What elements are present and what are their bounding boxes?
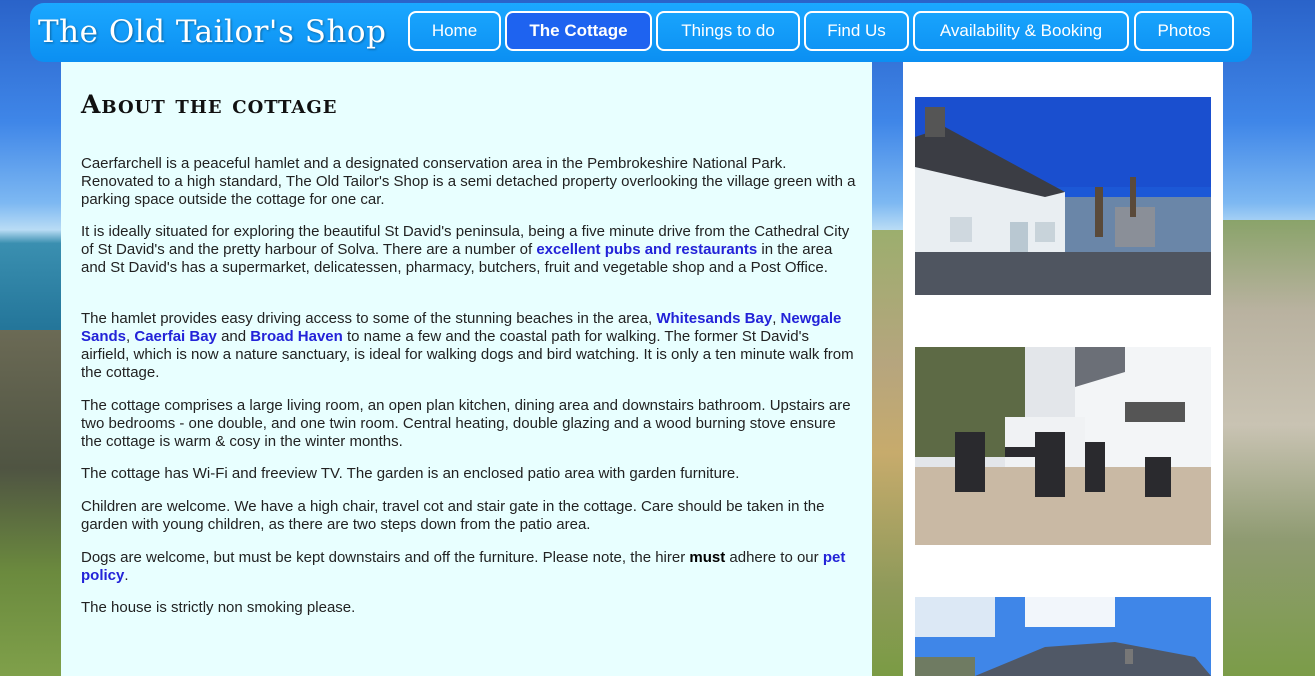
paragraph-smoking: The house is strictly non smoking please…	[81, 599, 856, 617]
nav-the-cottage[interactable]: The Cottage	[505, 11, 652, 51]
paragraph-beaches: The hamlet provides easy driving access …	[81, 310, 856, 382]
cottage-roof-image	[915, 597, 1211, 676]
nav-availability-booking[interactable]: Availability & Booking	[913, 11, 1129, 51]
link-pubs-restaurants[interactable]: excellent pubs and restaurants	[536, 241, 757, 258]
separator-text: and	[216, 328, 251, 345]
nav-home[interactable]: Home	[408, 11, 501, 51]
cottage-exterior-image	[915, 97, 1211, 295]
link-whitesands-bay[interactable]: Whitesands Bay	[656, 310, 772, 327]
paragraph-location: It is ideally situated for exploring the…	[81, 223, 856, 277]
site-logo[interactable]: The Old Tailor's Shop	[38, 14, 386, 50]
background-scenery-middle	[870, 230, 905, 676]
page-heading: About the cottage	[81, 90, 338, 119]
link-caerfai-bay[interactable]: Caerfai Bay	[134, 328, 217, 345]
paragraph-children: Children are welcome. We have a high cha…	[81, 498, 856, 534]
emphasis-must: must	[689, 549, 726, 566]
link-broad-haven[interactable]: Broad Haven	[250, 328, 343, 345]
paragraph-intro-text: Caerfarchell is a peaceful hamlet and a …	[81, 155, 856, 208]
paragraph-dogs: Dogs are welcome, but must be kept downs…	[81, 549, 856, 585]
patio-garden-image	[915, 347, 1211, 545]
cottage-roof-photo[interactable]	[915, 597, 1211, 676]
paragraph-children-text: Children are welcome. We have a high cha…	[81, 498, 825, 533]
nav-find-us[interactable]: Find Us	[804, 11, 909, 51]
separator-text: ,	[772, 310, 781, 327]
paragraph-beaches-text: The hamlet provides easy driving access …	[81, 310, 657, 327]
paragraph-wifi: The cottage has Wi-Fi and freeview TV. T…	[81, 465, 856, 483]
nav-things-to-do[interactable]: Things to do	[656, 11, 800, 51]
paragraph-rooms-text: The cottage comprises a large living roo…	[81, 397, 851, 450]
cottage-exterior-photo[interactable]	[915, 97, 1211, 295]
paragraph-rooms: The cottage comprises a large living roo…	[81, 397, 856, 451]
paragraph-dogs-text-end: .	[124, 567, 129, 584]
paragraph-wifi-text: The cottage has Wi-Fi and freeview TV. T…	[81, 465, 740, 482]
patio-garden-photo[interactable]	[915, 347, 1211, 545]
paragraph-smoking-text: The house is strictly non smoking please…	[81, 599, 356, 616]
paragraph-dogs-text: Dogs are welcome, but must be kept downs…	[81, 549, 690, 566]
nav-photos[interactable]: Photos	[1134, 11, 1234, 51]
background-scenery-right	[1220, 220, 1315, 676]
background-scenery-left	[0, 330, 70, 676]
paragraph-dogs-text-mid: adhere to our	[725, 549, 823, 566]
paragraph-intro: Caerfarchell is a peaceful hamlet and a …	[81, 155, 856, 209]
